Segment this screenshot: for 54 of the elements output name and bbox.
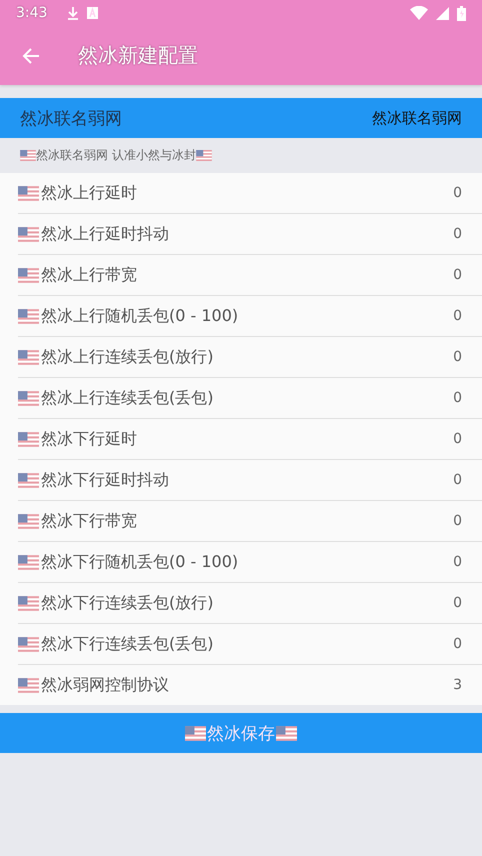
- setting-value: 0: [453, 226, 462, 242]
- setting-label[interactable]: 然冰下行连续丢包(放行): [41, 592, 214, 614]
- flag-icon: [18, 308, 39, 324]
- flag-icon: [18, 390, 39, 406]
- setting-value: 0: [453, 636, 462, 652]
- flag-icon: [18, 472, 39, 488]
- setting-label[interactable]: 然冰上行带宽: [41, 264, 137, 286]
- header-value: 然冰联名弱网: [372, 108, 462, 128]
- status-time: 3:43: [16, 5, 48, 21]
- setting-value: 0: [453, 595, 462, 611]
- setting-label[interactable]: 然冰上行延时抖动: [41, 224, 169, 244]
- app-icon: [87, 7, 98, 19]
- setting-label[interactable]: 然冰下行带宽: [41, 510, 137, 532]
- signal-icon: [436, 6, 449, 20]
- setting-value: 3: [453, 677, 462, 693]
- flag-icon: [18, 554, 39, 570]
- flag-icon: [18, 432, 39, 446]
- setting-value: 0: [453, 349, 462, 365]
- setting-label[interactable]: 然冰上行延时: [41, 182, 137, 204]
- flag-icon: [18, 596, 39, 610]
- flag-icon: [276, 726, 297, 740]
- setting-value: 0: [453, 185, 462, 201]
- setting-label[interactable]: 然冰上行连续丢包(丢包): [41, 388, 214, 408]
- toolbar-title: 然冰新建配置: [78, 42, 198, 69]
- flag-icon: [18, 636, 39, 652]
- setting-label[interactable]: 然冰下行随机丢包(0 - 100): [41, 552, 238, 572]
- setting-value: 0: [453, 431, 462, 447]
- header-title: 然冰联名弱网: [20, 108, 122, 130]
- flag-icon: [18, 186, 39, 200]
- flag-icon: [18, 268, 39, 282]
- flag-icon: [196, 150, 212, 161]
- setting-value: 0: [453, 267, 462, 283]
- wifi-icon: [410, 6, 428, 20]
- back-icon[interactable]: [22, 46, 40, 64]
- flag-icon: [20, 150, 36, 161]
- flag-icon: [18, 514, 39, 528]
- flag-icon: [18, 226, 39, 242]
- setting-label[interactable]: 然冰下行延时抖动: [41, 470, 169, 490]
- download-icon: [67, 6, 80, 20]
- setting-label[interactable]: 然冰下行连续丢包(丢包): [41, 634, 214, 654]
- setting-value: 0: [453, 308, 462, 324]
- setting-label[interactable]: 然冰上行连续丢包(放行): [41, 346, 214, 368]
- setting-value: 0: [453, 554, 462, 570]
- setting-label[interactable]: 然冰上行随机丢包(0 - 100): [41, 306, 238, 326]
- setting-value: 0: [453, 513, 462, 529]
- battery-icon: [457, 6, 466, 20]
- subtitle-text: 然冰联名弱网 认准小然与冰封: [36, 147, 196, 164]
- flag-icon: [18, 350, 39, 364]
- flag-icon: [18, 678, 39, 692]
- setting-value: 0: [453, 472, 462, 488]
- setting-label[interactable]: 然冰下行延时: [41, 428, 137, 450]
- setting-value: 0: [453, 390, 462, 406]
- flag-icon: [185, 726, 206, 740]
- setting-label[interactable]: 然冰弱网控制协议: [41, 674, 169, 696]
